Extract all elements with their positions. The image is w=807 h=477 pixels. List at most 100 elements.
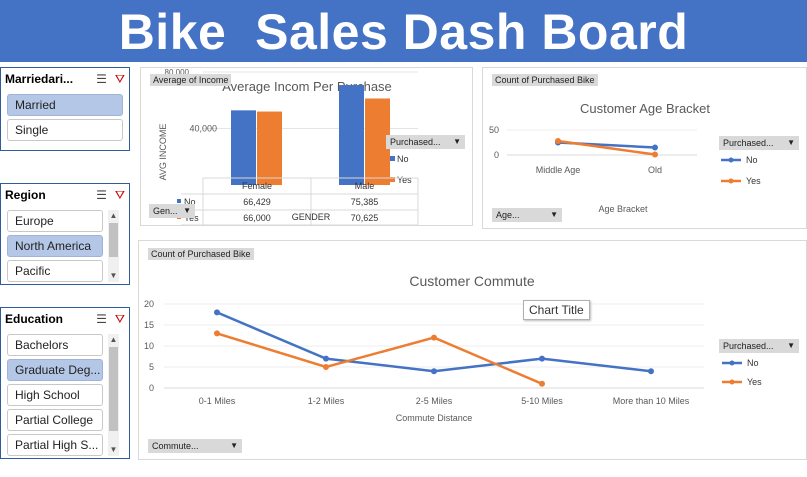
slicer-item-single[interactable]: Single: [7, 119, 123, 141]
dropdown-arrow-icon: ▼: [453, 137, 461, 146]
slicer-item-married[interactable]: Married: [7, 94, 123, 116]
marital-status-slicer: Marriedari... ☰ ⛛ Married Single: [0, 67, 130, 151]
legend-label-yes: Yes: [397, 175, 412, 185]
table-cell: 66,429: [243, 197, 271, 207]
age-axis-dropdown[interactable]: Age... ▼: [492, 208, 562, 222]
slicer-item-high-school[interactable]: High School: [7, 384, 103, 406]
dropdown-arrow-icon: ▼: [230, 441, 238, 450]
chart-title: Customer Commute: [409, 273, 534, 289]
point-yes: [431, 334, 437, 341]
commute-field-tag[interactable]: Count of Purchased Bike: [148, 248, 254, 260]
table-header: Female: [242, 181, 272, 191]
clear-filter-icon[interactable]: ⛛: [115, 312, 125, 327]
point-yes: [652, 151, 658, 158]
x-axis-label: Commute Distance: [396, 413, 473, 423]
age-legend-dropdown[interactable]: Purchased... ▼: [719, 136, 799, 150]
scroll-down-icon[interactable]: ▼: [108, 270, 119, 282]
income-legend-field: Purchased...: [390, 137, 441, 147]
commute-chart-panel: Customer Commute 0 5 10 15 20 0-1 Miles 1-2 Mil…: [138, 240, 807, 460]
scroll-up-icon[interactable]: ▲: [108, 210, 119, 222]
legend-marker-yes: [729, 379, 735, 385]
multiselect-icon[interactable]: ☰: [96, 188, 107, 203]
point-no: [539, 355, 545, 362]
income-legend-dropdown[interactable]: Purchased... ▼: [386, 135, 465, 149]
slicer-item-partial-college[interactable]: Partial College: [7, 409, 103, 431]
clear-filter-icon[interactable]: ⛛: [115, 72, 125, 87]
marital-slicer-title: Marriedari...: [5, 72, 74, 86]
x-tick-label: Old: [648, 165, 662, 175]
education-slicer-title: Education: [5, 312, 64, 326]
scroll-thumb[interactable]: [109, 347, 118, 431]
y-axis-label: AVG INCOME: [158, 124, 168, 181]
bar-no-male: [339, 85, 364, 185]
multiselect-icon[interactable]: ☰: [96, 312, 107, 327]
region-scrollbar[interactable]: ▲ ▼: [108, 210, 119, 282]
slicer-item-partial-high-school[interactable]: Partial High S...: [7, 434, 103, 456]
x-axis-label: Age Bracket: [598, 204, 648, 214]
income-axis-dropdown[interactable]: Gen... ▼: [149, 204, 195, 218]
slicer-item-graduate-degree[interactable]: Graduate Deg...: [7, 359, 103, 381]
income-chart-panel: Average Incom Per Purchase 80,000 40,000 AV…: [140, 67, 473, 226]
dropdown-arrow-icon: ▼: [787, 341, 795, 350]
y-tick-label: 0: [494, 150, 499, 160]
commute-legend-dropdown[interactable]: Purchased... ▼: [719, 339, 799, 353]
legend-label-no: No: [746, 155, 758, 165]
table-cell: 70,625: [351, 213, 379, 223]
region-slicer-header: Region ☰ ⛛: [1, 184, 129, 206]
line-series-no: [216, 311, 652, 373]
scroll-down-icon[interactable]: ▼: [108, 444, 119, 456]
commute-chart: Customer Commute 0 5 10 15 20 0-1 Miles 1-2 Mil…: [144, 273, 762, 423]
legend-marker-yes: [728, 178, 734, 184]
legend-marker-no: [729, 360, 735, 366]
education-slicer-header: Education ☰ ⛛: [1, 308, 129, 330]
commute-legend-field: Purchased...: [723, 341, 774, 351]
x-tick-label: Middle Age: [536, 165, 581, 175]
x-tick-label: 1-2 Miles: [308, 396, 345, 406]
slicer-item-bachelors[interactable]: Bachelors: [7, 334, 103, 356]
legend-label-no: No: [747, 358, 759, 368]
age-legend-field: Purchased...: [723, 138, 774, 148]
education-scrollbar[interactable]: ▲ ▼: [108, 334, 119, 456]
bar-no-female: [231, 110, 256, 185]
chart-title: Average Incom Per Purchase: [222, 79, 392, 94]
table-key-marker: [177, 199, 181, 203]
point-yes: [323, 364, 329, 370]
slicer-item-europe[interactable]: Europe: [7, 210, 103, 232]
point-no: [323, 355, 329, 362]
dropdown-arrow-icon: ▼: [550, 210, 558, 219]
line-series-yes: [216, 332, 543, 385]
scroll-thumb[interactable]: [109, 223, 118, 257]
point-no: [214, 309, 220, 316]
age-field-tag[interactable]: Count of Purchased Bike: [492, 74, 598, 86]
legend-label-yes: Yes: [746, 176, 761, 186]
x-tick-label: 2-5 Miles: [416, 396, 453, 406]
x-axis-label: GENDER: [292, 212, 331, 222]
table-header: Male: [355, 181, 375, 191]
table-cell: 75,385: [351, 197, 379, 207]
x-tick-label: 5-10 Miles: [521, 396, 563, 406]
region-slicer: Region ☰ ⛛ Europe North America Pacific …: [0, 183, 130, 285]
legend-marker-no: [728, 157, 734, 163]
clear-filter-icon[interactable]: ⛛: [115, 188, 125, 203]
income-field-tag[interactable]: Average of Income: [150, 74, 232, 86]
x-tick-label: More than 10 Miles: [613, 396, 690, 406]
x-tick-label: 0-1 Miles: [199, 396, 236, 406]
y-tick-label: 10: [144, 341, 154, 351]
y-tick-label: 0: [149, 383, 154, 393]
age-axis-field: Age...: [496, 210, 520, 220]
slicer-item-pacific[interactable]: Pacific: [7, 260, 103, 282]
point-no: [648, 368, 654, 375]
slicer-item-north-america[interactable]: North America: [7, 235, 103, 257]
education-slicer: Education ☰ ⛛ Bachelors Graduate Deg... …: [0, 307, 130, 459]
chart-title-tooltip: Chart Title: [523, 300, 590, 320]
legend-label-yes: Yes: [747, 377, 762, 387]
point-yes: [539, 380, 545, 387]
commute-axis-dropdown[interactable]: Commute... ▼: [148, 439, 242, 453]
marital-slicer-header: Marriedari... ☰ ⛛: [1, 68, 129, 90]
scroll-up-icon[interactable]: ▲: [108, 334, 119, 346]
multiselect-icon[interactable]: ☰: [96, 72, 107, 87]
income-axis-field: Gen...: [153, 206, 178, 216]
region-slicer-title: Region: [5, 188, 46, 202]
table-cell: 66,000: [243, 213, 271, 223]
legend-marker-no: [390, 156, 395, 161]
